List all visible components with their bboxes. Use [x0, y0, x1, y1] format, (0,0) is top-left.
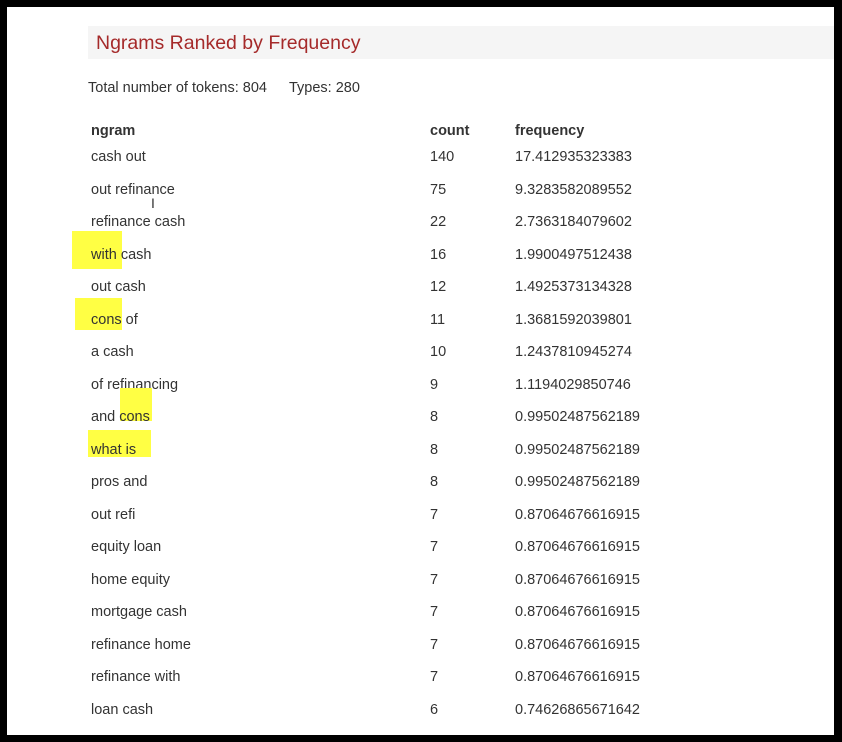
- count-cell: 9: [430, 376, 439, 393]
- frequency-cell: 0.87064676616915: [515, 604, 640, 620]
- ngram-report-page: Ngrams Ranked by Frequency Total number …: [7, 7, 834, 735]
- table-row: a cash 10 1.2437810945274: [91, 338, 691, 371]
- ngram-cell: a cash: [91, 344, 134, 360]
- ngram-cell: out refi: [91, 506, 136, 523]
- count-cell: 8: [430, 409, 439, 425]
- count-cell: 7: [430, 539, 439, 555]
- count-cell: 7: [430, 604, 439, 620]
- ngram-cell: pros and: [91, 474, 148, 490]
- count-cell: 7: [430, 669, 439, 685]
- table-row: refinance with 7 0.87064676616915: [91, 663, 691, 696]
- column-header-ngram: ngram: [91, 123, 136, 139]
- frequency-cell: 1.9900497512438: [515, 246, 632, 263]
- count-cell: 6: [430, 701, 439, 718]
- count-cell: 11: [430, 311, 446, 328]
- table-row: out cash 12 1.4925373134328: [91, 273, 691, 306]
- ngram-cell: out refinance: [91, 181, 175, 198]
- ngram-cell: refinance cash: [91, 214, 186, 230]
- ngram-cell: loan cash: [91, 701, 154, 718]
- count-cell: 7: [430, 506, 439, 523]
- ngram-table: ngram count frequency cash out 140 17.4129…: [72, 117, 691, 729]
- frequency-cell: 0.99502487562189: [515, 474, 640, 490]
- frequency-cell: 0.87064676616915: [515, 539, 640, 555]
- frequency-cell: 1.4925373134328: [515, 279, 632, 295]
- table-row: with cash 16 1.9900497512438: [72, 230, 691, 274]
- count-cell: 8: [430, 441, 439, 458]
- table-row: and cons 8 0.99502487562189: [91, 388, 691, 436]
- table-row: mortgage cash 7 0.87064676616915: [91, 598, 691, 631]
- ngram-cell: out cash: [91, 279, 146, 295]
- frequency-cell: 1.2437810945274: [515, 344, 632, 360]
- frequency-cell: 0.87064676616915: [515, 506, 640, 523]
- table-row: pros and 8 0.99502487562189: [91, 468, 691, 501]
- frequency-cell: 0.99502487562189: [515, 441, 640, 458]
- column-header-count: count: [430, 123, 470, 139]
- ngram-cell: cons of: [91, 311, 138, 328]
- frequency-cell: 1.3681592039801: [515, 311, 632, 328]
- ngram-cell: refinance with: [91, 669, 181, 685]
- count-cell: 10: [430, 344, 447, 360]
- column-header-frequency: frequency: [515, 123, 585, 139]
- table-row: cons of 11 1.3681592039801: [75, 297, 691, 339]
- table-row: loan cash 6 0.74626865671642: [91, 696, 691, 729]
- text-cursor-icon: I: [151, 195, 155, 211]
- frequency-cell: 0.87064676616915: [515, 636, 640, 653]
- table-header: ngram count frequency: [91, 117, 691, 143]
- table-row: refinance cash 22 2.7363184079602: [91, 208, 691, 241]
- frequency-cell: 1.1194029850746: [515, 376, 631, 393]
- frequency-cell: 0.87064676616915: [515, 571, 640, 588]
- total-tokens: Total number of tokens: 804: [88, 80, 267, 96]
- count-cell: 22: [430, 214, 447, 230]
- ngram-cell: mortgage cash: [91, 604, 187, 620]
- count-cell: 140: [430, 149, 455, 165]
- frequency-cell: 0.74626865671642: [515, 701, 640, 718]
- ngram-cell: equity loan: [91, 539, 162, 555]
- frequency-cell: 9.3283582089552: [515, 181, 632, 198]
- table-row: out refinance 75 9.3283582089552: [91, 176, 691, 209]
- page-title: Ngrams Ranked by Frequency: [96, 32, 361, 54]
- count-cell: 8: [430, 474, 439, 490]
- types-count: Types: 280: [288, 80, 360, 96]
- table-row: equity loan 7 0.87064676616915: [91, 533, 691, 566]
- count-cell: 12: [430, 279, 447, 295]
- table-row: what is 8 0.99502487562189: [88, 429, 691, 469]
- count-cell: 7: [430, 636, 439, 653]
- table-row: cash out 140 17.412935323383: [91, 143, 691, 176]
- ngram-cell: what is: [91, 441, 137, 458]
- table-row: refinance home 7 0.87064676616915: [91, 631, 691, 664]
- frequency-cell: 0.99502487562189: [515, 409, 640, 425]
- report-header: Ngrams Ranked by Frequency: [88, 26, 834, 59]
- table-body: cash out 140 17.412935323383 out refinance 7…: [72, 143, 691, 729]
- table-row: of refinancing 9 1.1194029850746: [91, 371, 691, 404]
- count-cell: 16: [430, 246, 447, 263]
- count-cell: 7: [430, 571, 439, 588]
- frequency-cell: 2.7363184079602: [515, 214, 632, 230]
- table-row: home equity 7 0.87064676616915: [91, 566, 691, 599]
- ngram-cell: home equity: [91, 571, 170, 588]
- count-cell: 75: [430, 181, 447, 198]
- ngram-cell: cash out: [91, 149, 146, 165]
- table-row: out refi 7 0.87064676616915: [91, 501, 691, 534]
- ngram-cell: refinance home: [91, 636, 191, 653]
- frequency-cell: 0.87064676616915: [515, 669, 640, 685]
- ngram-cell: and cons: [91, 409, 150, 425]
- ngram-cell: with cash: [91, 246, 152, 263]
- token-stats: Total number of tokens: 804 Types: 280: [88, 80, 360, 96]
- frequency-cell: 17.412935323383: [515, 149, 632, 165]
